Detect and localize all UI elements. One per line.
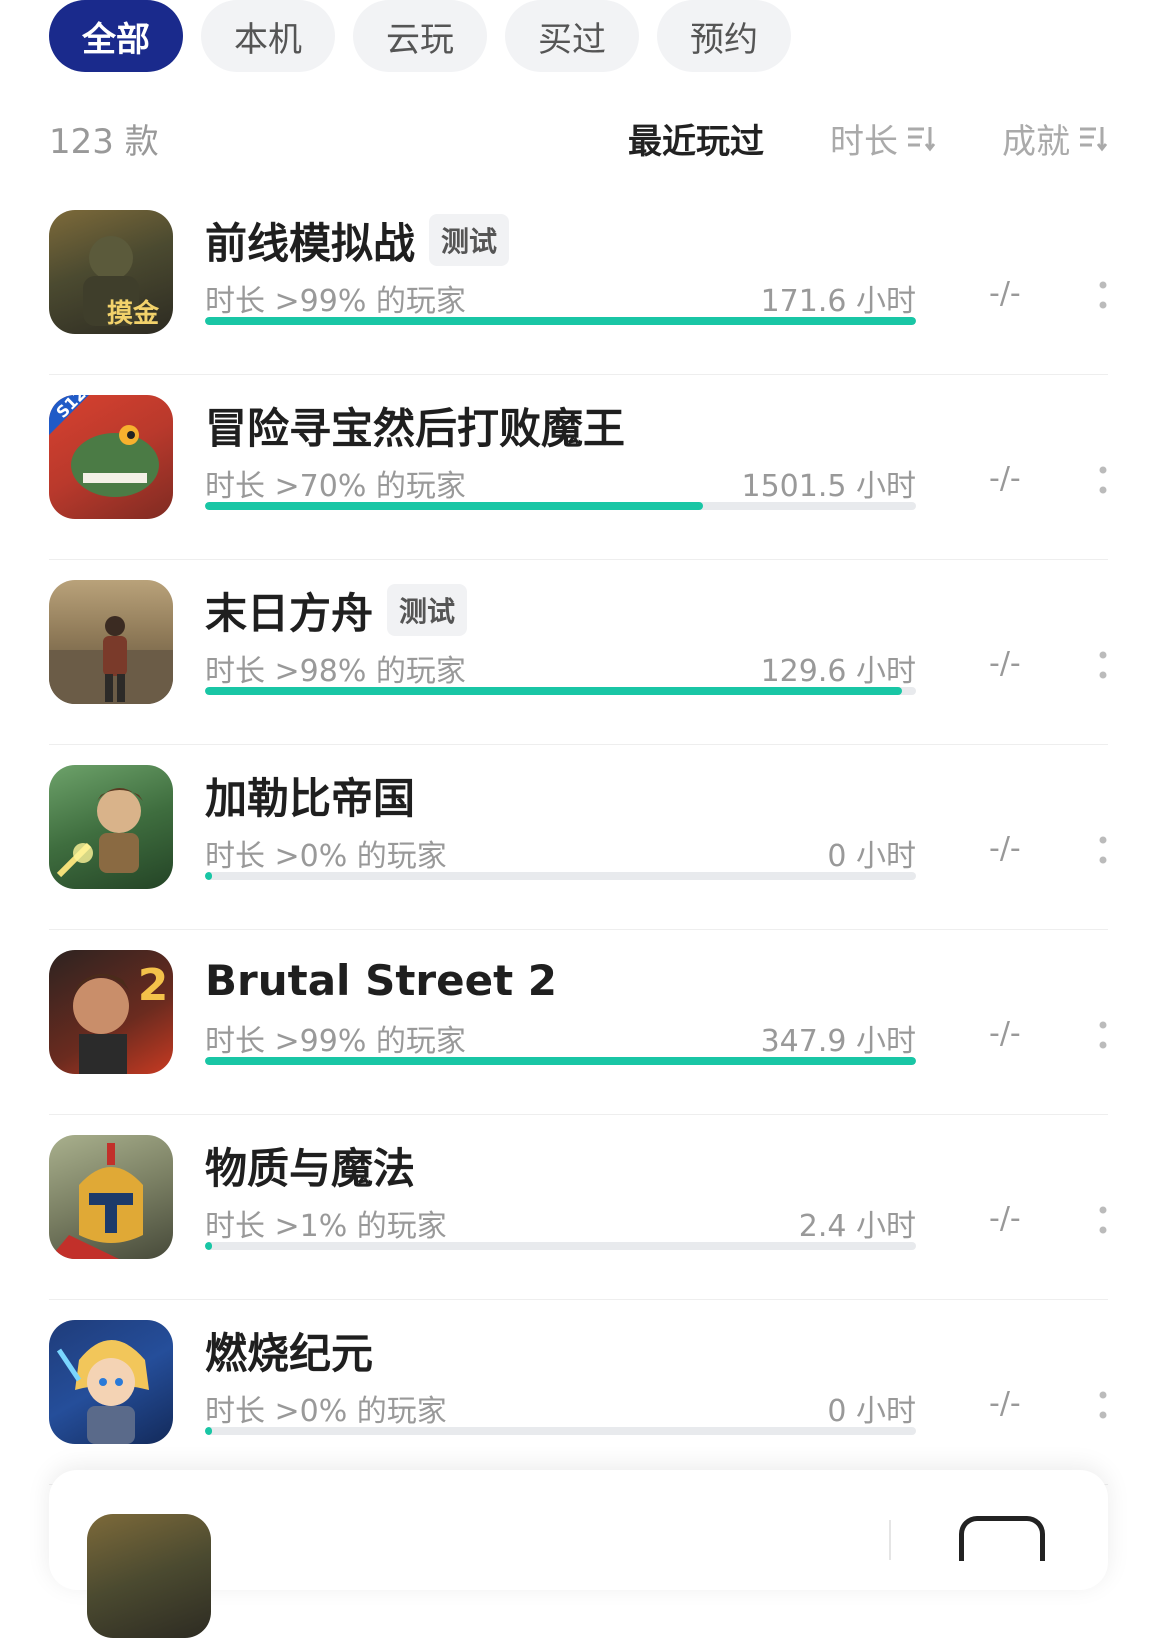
sort-duration[interactable]: 时长: [830, 114, 936, 163]
progress-fill: [205, 872, 213, 880]
sort-bar: 123 款 最近玩过 时长 成就: [49, 110, 1108, 166]
floating-game-icon: [87, 1514, 211, 1638]
game-icon-soldier: 摸金: [49, 210, 173, 334]
game-icon-crocodile: S12: [49, 395, 173, 519]
playtime-hours: 2.4 小时: [798, 1209, 916, 1244]
test-badge: 测试: [429, 214, 510, 266]
achievement-count: -/-: [989, 1016, 1021, 1051]
game-title: Brutal Street 2: [205, 955, 557, 1005]
playtime-hours: 0 小时: [827, 839, 916, 874]
play-button-icon[interactable]: [959, 1516, 1045, 1561]
playtime-progress-bar: [205, 687, 916, 695]
sort-recent[interactable]: 最近玩过: [628, 114, 764, 163]
more-options-icon[interactable]: [1098, 280, 1108, 310]
list-item[interactable]: 末日方舟 测试 时长 >98% 的玩家 129.6 小时 -/-: [49, 560, 1108, 745]
achievement-count: -/-: [989, 1201, 1021, 1236]
sort-recent-label: 最近玩过: [628, 121, 764, 162]
playtime-hours: 1501.5 小时: [741, 469, 916, 504]
more-options-icon[interactable]: [1098, 650, 1108, 680]
playtime-progress-bar: [205, 1057, 916, 1065]
more-options-icon[interactable]: [1098, 835, 1108, 865]
playtime-hours: 0 小时: [827, 1394, 916, 1429]
game-list: 摸金 前线模拟战 测试 时长 >99% 的玩家 171.6 小时 -/- S12…: [49, 190, 1108, 1485]
progress-fill: [205, 317, 916, 325]
svg-text:2: 2: [138, 960, 169, 1011]
test-badge: 测试: [387, 584, 468, 636]
achievement-count: -/-: [989, 1386, 1021, 1421]
tab-local[interactable]: 本机: [201, 0, 335, 72]
tab-cloud[interactable]: 云玩: [353, 0, 487, 72]
achievement-count: -/-: [989, 831, 1021, 866]
game-title: 物质与魔法: [205, 1143, 416, 1193]
playtime-progress-bar: [205, 502, 916, 510]
sort-achievement[interactable]: 成就: [1002, 114, 1108, 163]
playtime-percentile: 时长 >98% 的玩家: [205, 654, 466, 689]
sort-duration-label: 时长: [830, 121, 898, 162]
playtime-hours: 171.6 小时: [760, 284, 916, 319]
game-icon-wasteland: [49, 580, 173, 704]
playtime-progress-bar: [205, 1242, 916, 1250]
sort-icon: [1080, 127, 1108, 152]
progress-fill: [205, 687, 902, 695]
game-count: 123 款: [49, 121, 159, 162]
achievement-count: -/-: [989, 646, 1021, 681]
tab-purchased[interactable]: 买过: [505, 0, 639, 72]
game-title: 前线模拟战: [205, 218, 416, 268]
list-item[interactable]: 摸金 前线模拟战 测试 时长 >99% 的玩家 171.6 小时 -/-: [49, 190, 1108, 375]
playtime-progress-bar: [205, 1427, 916, 1435]
progress-fill: [205, 1057, 916, 1065]
playtime-percentile: 时长 >99% 的玩家: [205, 1024, 466, 1059]
sort-icon: [908, 127, 936, 152]
playtime-percentile: 时长 >0% 的玩家: [205, 1394, 447, 1429]
playtime-progress-bar: [205, 317, 916, 325]
game-title: 冒险寻宝然后打败魔王: [205, 403, 626, 453]
sort-achievement-label: 成就: [1002, 121, 1070, 162]
progress-fill: [205, 502, 703, 510]
game-icon-hero: [49, 1320, 173, 1444]
game-title: 末日方舟: [205, 588, 374, 638]
playtime-percentile: 时长 >0% 的玩家: [205, 839, 447, 874]
game-icon-spartan: [49, 1135, 173, 1259]
playtime-percentile: 时长 >70% 的玩家: [205, 469, 466, 504]
progress-fill: [205, 1242, 213, 1250]
more-options-icon[interactable]: [1098, 1390, 1108, 1420]
game-icon-pirate: [49, 765, 173, 889]
game-title: 燃烧纪元: [205, 1328, 374, 1378]
progress-fill: [205, 1427, 213, 1435]
playtime-percentile: 时长 >99% 的玩家: [205, 284, 466, 319]
playtime-hours: 347.9 小时: [760, 1024, 916, 1059]
tab-all[interactable]: 全部: [49, 0, 183, 72]
floating-recent-bar[interactable]: [49, 1470, 1108, 1638]
more-options-icon[interactable]: [1098, 465, 1108, 495]
list-item[interactable]: 2 Brutal Street 2 时长 >99% 的玩家 347.9 小时 -…: [49, 930, 1108, 1115]
svg-text:摸金: 摸金: [107, 298, 160, 329]
tab-reserved[interactable]: 预约: [657, 0, 791, 72]
list-item[interactable]: 燃烧纪元 时长 >0% 的玩家 0 小时 -/-: [49, 1300, 1108, 1485]
divider: [889, 1520, 891, 1560]
playtime-progress-bar: [205, 872, 916, 880]
playtime-percentile: 时长 >1% 的玩家: [205, 1209, 447, 1244]
achievement-count: -/-: [989, 276, 1021, 311]
filter-tabs: 全部 本机 云玩 买过 预约: [49, 0, 791, 72]
game-title: 加勒比帝国: [205, 773, 416, 823]
list-item[interactable]: 加勒比帝国 时长 >0% 的玩家 0 小时 -/-: [49, 745, 1108, 930]
more-options-icon[interactable]: [1098, 1205, 1108, 1235]
playtime-hours: 129.6 小时: [760, 654, 916, 689]
achievement-count: -/-: [989, 461, 1021, 496]
list-item[interactable]: 物质与魔法 时长 >1% 的玩家 2.4 小时 -/-: [49, 1115, 1108, 1300]
more-options-icon[interactable]: [1098, 1020, 1108, 1050]
list-item[interactable]: S12 冒险寻宝然后打败魔王 时长 >70% 的玩家 1501.5 小时 -/-: [49, 375, 1108, 560]
game-icon-brawler: 2: [49, 950, 173, 1074]
